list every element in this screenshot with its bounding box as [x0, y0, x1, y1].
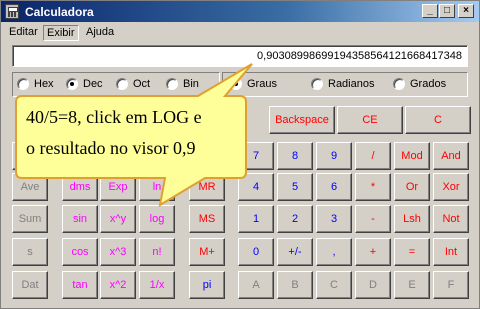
- backspace-button[interactable]: Backspace: [269, 106, 335, 134]
- key-decimal[interactable]: ,: [316, 238, 352, 266]
- window-title: Calculadora: [25, 5, 94, 19]
- key-int[interactable]: Int: [433, 238, 469, 266]
- key-x-pow-y[interactable]: x^y: [100, 205, 136, 233]
- menu-editar[interactable]: Editar: [6, 25, 41, 41]
- key-1[interactable]: 1: [238, 205, 274, 233]
- display-value: 0,90308998699194358564121668417348: [257, 50, 462, 62]
- close-icon[interactable]: ×: [458, 4, 474, 18]
- callout-line-2: o resultado no visor 0,9: [26, 138, 196, 158]
- key-m-plus[interactable]: M+: [189, 238, 225, 266]
- key-tan[interactable]: tan: [62, 271, 98, 299]
- key-exp[interactable]: Exp: [100, 173, 136, 201]
- key-9[interactable]: 9: [316, 142, 352, 170]
- title-bar[interactable]: Calculadora _ □ ×: [1, 1, 479, 22]
- key-3[interactable]: 3: [316, 205, 352, 233]
- key-reciprocal[interactable]: 1/x: [139, 271, 175, 299]
- key-f[interactable]: F: [433, 271, 469, 299]
- key-8[interactable]: 8: [277, 142, 313, 170]
- key-4[interactable]: 4: [238, 173, 274, 201]
- key-b[interactable]: B: [277, 271, 313, 299]
- key-and[interactable]: And: [433, 142, 469, 170]
- callout-line-1: 40/5=8, click em LOG e: [26, 107, 202, 127]
- key-d[interactable]: D: [355, 271, 391, 299]
- key-log[interactable]: log: [139, 205, 175, 233]
- key-mr[interactable]: MR: [189, 173, 225, 201]
- key-lsh[interactable]: Lsh: [394, 205, 430, 233]
- key-ms[interactable]: MS: [189, 205, 225, 233]
- key-sin[interactable]: sin: [62, 205, 98, 233]
- key-x-squared[interactable]: x^2: [100, 271, 136, 299]
- key-xor[interactable]: Xor: [433, 173, 469, 201]
- key-not[interactable]: Not: [433, 205, 469, 233]
- key-or[interactable]: Or: [394, 173, 430, 201]
- key-dms[interactable]: dms: [62, 173, 98, 201]
- key-c-hex[interactable]: C: [316, 271, 352, 299]
- key-x-cubed[interactable]: x^3: [100, 238, 136, 266]
- key-mod[interactable]: Mod: [394, 142, 430, 170]
- key-s[interactable]: s: [12, 238, 48, 266]
- key-pi[interactable]: pi: [189, 271, 225, 299]
- key-0[interactable]: 0: [238, 238, 274, 266]
- result-display: 0,90308998699194358564121668417348: [12, 45, 468, 67]
- key-ln[interactable]: ln: [139, 173, 175, 201]
- key-multiply[interactable]: *: [355, 173, 391, 201]
- key-plus[interactable]: +: [355, 238, 391, 266]
- key-ave[interactable]: Ave: [12, 173, 48, 201]
- key-sign[interactable]: +/-: [277, 238, 313, 266]
- key-dat[interactable]: Dat: [12, 271, 48, 299]
- key-a[interactable]: A: [238, 271, 274, 299]
- key-equals[interactable]: =: [394, 238, 430, 266]
- c-button[interactable]: C: [405, 106, 471, 134]
- ce-button[interactable]: CE: [337, 106, 403, 134]
- maximize-icon[interactable]: □: [439, 4, 455, 18]
- callout-text: 40/5=8, click em LOG e o resultado no vi…: [26, 102, 240, 164]
- menu-ajuda[interactable]: Ajuda: [83, 25, 117, 41]
- key-2[interactable]: 2: [277, 205, 313, 233]
- menu-exibir[interactable]: Exibir: [43, 25, 79, 41]
- key-divide[interactable]: /: [355, 142, 391, 170]
- key-minus[interactable]: -: [355, 205, 391, 233]
- key-7[interactable]: 7: [238, 142, 274, 170]
- key-5[interactable]: 5: [277, 173, 313, 201]
- minimize-icon[interactable]: _: [422, 4, 438, 18]
- menu-bar: Editar Exibir Ajuda: [1, 23, 479, 42]
- key-6[interactable]: 6: [316, 173, 352, 201]
- key-factorial[interactable]: n!: [139, 238, 175, 266]
- key-cos[interactable]: cos: [62, 238, 98, 266]
- calculator-app-icon: [5, 4, 19, 19]
- key-sum[interactable]: Sum: [12, 205, 48, 233]
- key-e[interactable]: E: [394, 271, 430, 299]
